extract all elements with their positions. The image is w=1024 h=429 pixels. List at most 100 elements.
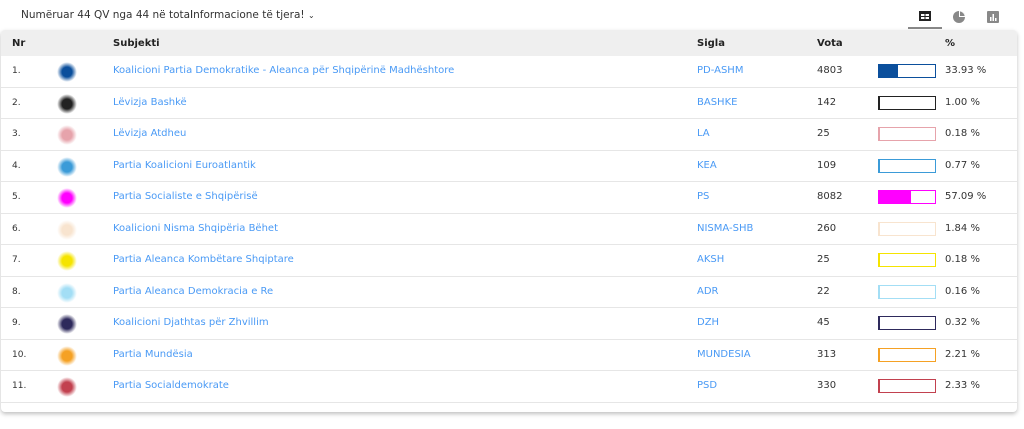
row-number: 1. xyxy=(12,66,21,76)
party-logo-icon xyxy=(57,377,77,397)
table-row: 6. Koalicioni Nisma Shqipëria Bëhet NISM… xyxy=(1,214,1017,245)
sigla-link[interactable]: PD-ASHM xyxy=(697,65,743,76)
percent-value: 57.09 % xyxy=(945,191,987,202)
row-number: 8. xyxy=(12,286,21,297)
party-logo-icon xyxy=(57,62,77,82)
party-logo-icon xyxy=(57,93,77,114)
toolbar: Numëruar 44 QV nga 44 në total Informaci… xyxy=(0,0,1024,30)
percent-bar-fill xyxy=(879,65,898,77)
row-number: 4. xyxy=(12,160,21,171)
subject-link[interactable]: Lëvizja Bashkë xyxy=(113,97,187,108)
subject-link[interactable]: Partia Socialiste e Shqipërisë xyxy=(113,191,258,202)
chevron-down-icon: ⌄ xyxy=(307,11,315,20)
subject-link[interactable]: Partia Socialdemokrate xyxy=(113,380,229,391)
subject-link[interactable]: Partia Koalicioni Euroatlantik xyxy=(113,160,256,171)
percent-value: 0.32 % xyxy=(945,317,980,328)
votes-value: 109 xyxy=(817,159,837,171)
percent-value: 0.18 % xyxy=(945,254,980,265)
sigla-link[interactable]: BASHKE xyxy=(697,97,737,108)
sigla-link[interactable]: NISMA-SHB xyxy=(697,223,753,234)
votes-value: 25 xyxy=(817,128,830,139)
votes-value: 142 xyxy=(817,96,837,108)
table-row: 9. Koalicioni Djathtas për Zhvillim DZH … xyxy=(1,308,1017,340)
percent-bar xyxy=(878,221,936,236)
party-logo-icon xyxy=(57,345,77,366)
table-header: Nr Subjekti Sigla Vota % xyxy=(1,30,1017,56)
row-number: 3. xyxy=(12,129,21,139)
row-number: 11. xyxy=(12,381,27,391)
header-nr: Nr xyxy=(12,38,26,49)
more-info-label: Informacione të tjera! xyxy=(190,9,305,21)
table-row: 4. Partia Koalicioni Euroatlantik KEA 10… xyxy=(1,151,1017,182)
percent-value: 0.16 % xyxy=(945,285,980,297)
subject-link[interactable]: Partia Aleanca Demokracia e Re xyxy=(113,286,273,297)
percent-bar xyxy=(878,95,936,110)
table-row: 2. Lëvizja Bashkë BASHKE 142 1.00 % xyxy=(1,88,1017,119)
percent-value: 2.21 % xyxy=(945,348,980,360)
percent-bar xyxy=(878,253,936,267)
more-info-dropdown[interactable]: Informacione të tjera! ⌄ xyxy=(190,9,315,21)
row-number: 6. xyxy=(12,223,21,234)
percent-bar-fill xyxy=(879,222,881,235)
percent-bar-fill xyxy=(879,380,881,392)
party-logo-icon xyxy=(57,251,77,271)
table-view-button[interactable] xyxy=(908,4,942,29)
party-logo-icon xyxy=(57,188,77,208)
percent-value: 1.84 % xyxy=(945,222,980,234)
percent-bar-fill xyxy=(879,191,911,203)
header-percent: % xyxy=(945,38,956,49)
votes-value: 45 xyxy=(817,317,830,328)
percent-value: 33.93 % xyxy=(945,65,987,76)
sigla-link[interactable]: AKSH xyxy=(697,254,724,265)
party-logo-icon xyxy=(57,314,77,334)
pie-chart-icon xyxy=(953,10,965,23)
percent-value: 0.18 % xyxy=(945,128,980,139)
percent-value: 0.77 % xyxy=(945,159,980,171)
subject-link[interactable]: Partia Aleanca Kombëtare Shqiptare xyxy=(113,254,294,265)
sigla-link[interactable]: PSD xyxy=(697,380,717,391)
row-number: 2. xyxy=(12,97,21,108)
percent-bar xyxy=(878,158,936,173)
votes-value: 313 xyxy=(817,348,837,360)
percent-bar xyxy=(878,379,936,393)
party-logo-icon xyxy=(57,156,77,177)
sigla-link[interactable]: LA xyxy=(697,128,710,139)
sigla-link[interactable]: ADR xyxy=(697,286,719,297)
row-number: 5. xyxy=(12,192,21,202)
header-sigla: Sigla xyxy=(697,38,725,49)
table-row: 7. Partia Aleanca Kombëtare Shqiptare AK… xyxy=(1,245,1017,277)
bar-chart-icon xyxy=(987,10,999,23)
percent-bar xyxy=(878,64,936,78)
percent-bar-fill xyxy=(879,96,880,109)
pie-view-button[interactable] xyxy=(942,4,976,29)
sigla-link[interactable]: MUNDESIA xyxy=(697,349,751,360)
bar-view-button[interactable] xyxy=(976,4,1010,29)
votes-value: 22 xyxy=(817,285,830,297)
subject-link[interactable]: Partia Mundësia xyxy=(113,349,193,360)
row-number: 9. xyxy=(12,318,21,328)
percent-value: 2.33 % xyxy=(945,380,980,391)
percent-bar xyxy=(878,347,936,362)
table-row: 11. Partia Socialdemokrate PSD 330 2.33 … xyxy=(1,371,1017,403)
sigla-link[interactable]: DZH xyxy=(697,317,719,328)
table-row: 3. Lëvizja Atdheu LA 25 0.18 % xyxy=(1,119,1017,151)
votes-value: 25 xyxy=(817,254,830,265)
votes-value: 8082 xyxy=(817,191,843,202)
subject-link[interactable]: Koalicioni Djathtas për Zhvillim xyxy=(113,317,269,328)
counted-stations-text: Numëruar 44 QV nga 44 në total xyxy=(21,9,193,21)
table-row: 1. Koalicioni Partia Demokratike - Alean… xyxy=(1,56,1017,88)
percent-bar xyxy=(878,127,936,141)
subject-link[interactable]: Lëvizja Atdheu xyxy=(113,128,186,139)
table-icon xyxy=(919,10,931,21)
votes-value: 4803 xyxy=(817,65,843,76)
view-switcher xyxy=(908,4,1010,29)
results-table: Nr Subjekti Sigla Vota % 1. Koalicioni P… xyxy=(1,30,1017,412)
party-logo-icon xyxy=(57,219,77,240)
votes-value: 330 xyxy=(817,380,837,391)
sigla-link[interactable]: PS xyxy=(697,191,709,202)
subject-link[interactable]: Koalicioni Nisma Shqipëria Bëhet xyxy=(113,223,278,234)
subject-link[interactable]: Koalicioni Partia Demokratike - Aleanca … xyxy=(113,65,454,76)
sigla-link[interactable]: KEA xyxy=(697,160,717,171)
percent-bar xyxy=(878,316,936,330)
table-row: 10. Partia Mundësia MUNDESIA 313 2.21 % xyxy=(1,340,1017,371)
